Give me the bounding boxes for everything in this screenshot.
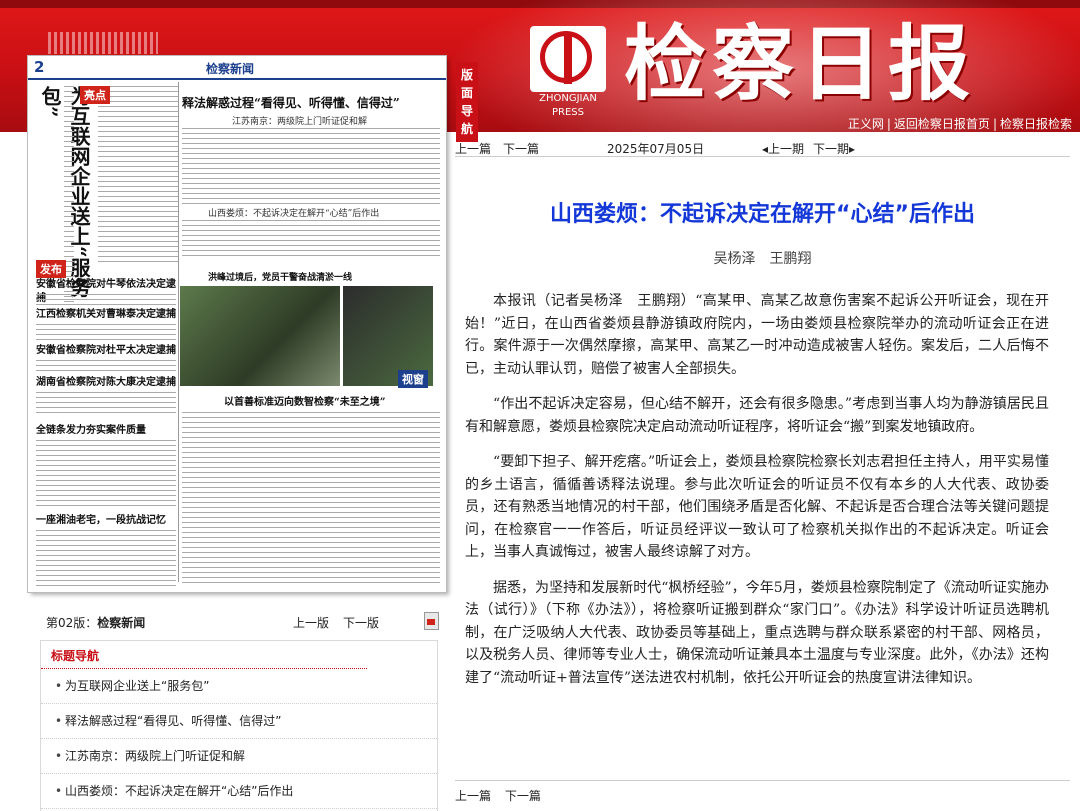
title-navigation-heading: 标题导航: [41, 641, 367, 669]
nav-item[interactable]: 为互联网企业送上“服务包”: [41, 669, 437, 704]
page-section-name: 检察新闻: [206, 62, 255, 76]
article-top-nav: 上一篇 下一篇 2025年07月05日 ◂上一期 下一期▸: [455, 138, 1070, 157]
news-photo-1[interactable]: [180, 286, 340, 386]
page-section[interactable]: 检察新闻: [97, 616, 145, 630]
next-article-link[interactable]: 下一篇: [503, 140, 539, 157]
logo-icon: [530, 26, 606, 92]
nav-item[interactable]: 释法解惑过程“看得见、听得懂、信得过”: [41, 704, 437, 739]
paper-item[interactable]: 安徽省检察院对杜平太决定逮捕: [36, 344, 176, 358]
page-navigation-label[interactable]: 版面导航: [456, 62, 478, 142]
page-bar: 第02版：检察新闻 上一版 下一版: [28, 608, 446, 632]
tag-window: 视窗: [398, 370, 428, 388]
article-paragraph: 本报讯（记者吴杨泽 王鹏翔）“高某甲、高某乙故意伤害案不起诉公开听证会，现在开始…: [465, 293, 1049, 377]
prev-article-link[interactable]: 上一篇: [455, 140, 491, 157]
article-authors: 吴杨泽 王鹏翔: [713, 251, 812, 267]
article-paragraph: “作出不起诉决定容易，但心结不解开，还会有很多隐患。”考虑到当事人均为静游镇居民…: [465, 396, 1049, 435]
paper-item[interactable]: 一座湘油老宅，一段抗战记忆: [36, 514, 176, 528]
link-zhengyi[interactable]: 正义网: [848, 117, 884, 131]
paper-subhead-1[interactable]: 江苏南京：两级院上门听证促和解: [232, 114, 367, 127]
top-links: 正义网 | 返回检察日报首页 | 检察日报检索: [847, 117, 1072, 131]
page-header: 2 检察新闻: [28, 56, 446, 80]
paper-bottom-headline[interactable]: 以首善标准迈向数智检察“未至之境”: [224, 396, 444, 410]
tag-highlight: 亮点: [80, 86, 110, 104]
page-thumbnail[interactable]: 2 检察新闻 为互联网企业送上“服务包” 亮点 发布 安徽省检察院对牛琴依法决定…: [28, 56, 446, 592]
article-body: 本报讯（记者吴杨泽 王鹏翔）“高某甲、高某乙故意伤害案不起诉公开听证会，现在开始…: [465, 290, 1049, 702]
prev-issue-link[interactable]: ◂上一期: [762, 140, 804, 157]
photo-caption[interactable]: 洪峰过境后，党员干警奋战清淤一线: [208, 271, 428, 285]
paper-item[interactable]: 湖南省检察院对陈大康决定逮捕: [36, 376, 176, 390]
prev-page-link[interactable]: 上一版: [293, 614, 329, 631]
nav-item[interactable]: 山西娄烦：不起诉决定在解开“心结”后作出: [41, 774, 437, 809]
article-bottom-nav: 上一篇 下一篇: [455, 780, 1070, 804]
nav-item[interactable]: 江苏南京：两级院上门听证促和解: [41, 739, 437, 774]
issue-date: 2025年07月05日: [607, 142, 705, 156]
paper-item[interactable]: 江西检察机关对曹琳泰决定逮捕: [36, 308, 176, 322]
text-block: [98, 86, 178, 266]
newspaper-brand: 检察日报: [624, 16, 977, 112]
title-navigation: 标题导航 为互联网企业送上“服务包” 释法解惑过程“看得见、听得懂、信得过” 江…: [40, 640, 438, 811]
paper-headline-1[interactable]: 释法解惑过程“看得见、听得懂、信得过”: [182, 96, 440, 110]
next-article-link-bottom[interactable]: 下一篇: [505, 789, 541, 803]
link-search[interactable]: 检察日报检索: [1000, 117, 1072, 131]
paper-item[interactable]: 全链条发力夯实案件质量: [36, 424, 176, 438]
page-label: 第02版：: [46, 616, 98, 630]
pdf-icon[interactable]: [424, 612, 439, 630]
article-title: 山西娄烦：不起诉决定在解开“心结”后作出: [550, 202, 975, 227]
publisher-logo[interactable]: ZHONGJIAN PRESS: [530, 26, 606, 118]
header-pattern: [48, 32, 158, 54]
article-paragraph: “要卸下担子、解开疙瘩。”听证会上，娄烦县检察院检察长刘志君担任主持人，用平实易…: [465, 454, 1049, 560]
next-page-link[interactable]: 下一版: [343, 614, 379, 631]
prev-article-link-bottom[interactable]: 上一篇: [455, 789, 491, 803]
next-issue-link[interactable]: 下一期▸: [813, 140, 855, 157]
paper-headline-2[interactable]: 山西娄烦：不起诉决定在解开“心结”后作出: [208, 206, 379, 219]
tag-release: 发布: [36, 260, 66, 278]
page-number: 2: [34, 58, 45, 76]
logo-caption: ZHONGJIAN PRESS: [539, 93, 597, 118]
link-home[interactable]: 返回检察日报首页: [894, 117, 990, 131]
article-paragraph: 据悉，为坚持和发展新时代“枫桥经验”，今年5月，娄烦县检察院制定了《流动听证实施…: [465, 579, 1049, 686]
